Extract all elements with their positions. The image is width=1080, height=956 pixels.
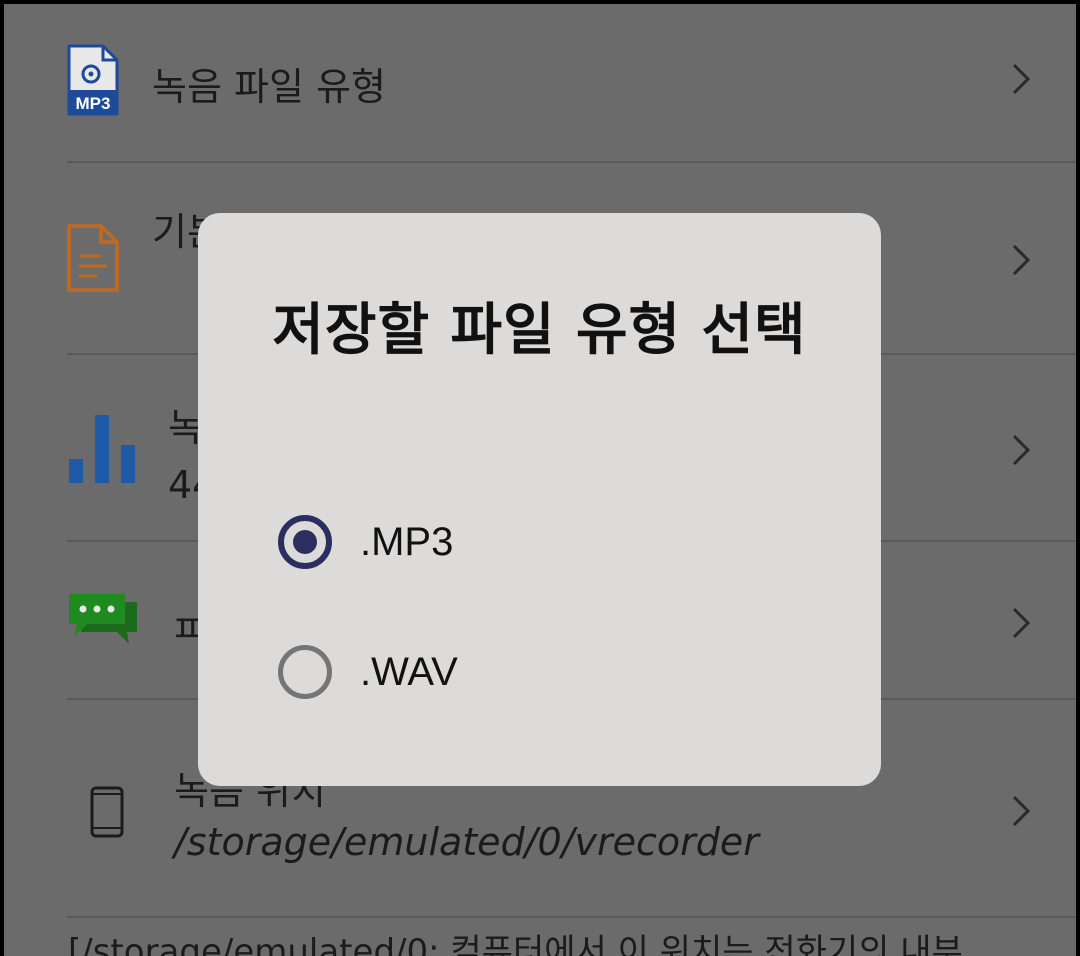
dialog-title: 저장할 파일 유형 선택: [272, 298, 807, 363]
option-label: .MP3: [360, 519, 454, 564]
mp3-badge-text: MP3: [76, 94, 111, 113]
bar-chart-icon: [67, 413, 137, 487]
option-mp3[interactable]: .MP3: [278, 507, 453, 577]
radio-button-unselected[interactable]: [278, 645, 332, 699]
radio-button-selected[interactable]: [278, 515, 332, 569]
divider: [67, 916, 1076, 918]
option-wav[interactable]: .WAV: [278, 637, 458, 707]
settings-screen: MP3 녹음 파일 유형 기본 파일 이름: [4, 4, 1076, 956]
chat-bubbles-icon: [67, 592, 139, 652]
document-icon: [67, 224, 119, 296]
chevron-right-icon: [1012, 795, 1031, 827]
file-type-dialog: 저장할 파일 유형 선택 .MP3 .WAV: [198, 213, 881, 786]
chevron-right-icon: [1012, 63, 1031, 95]
settings-item-file-type[interactable]: MP3 녹음 파일 유형: [4, 4, 1076, 162]
option-label: .WAV: [360, 649, 458, 694]
settings-item-title: 녹음 파일 유형: [152, 65, 386, 109]
chevron-right-icon: [1012, 434, 1031, 466]
phone-icon: [90, 786, 124, 842]
storage-note: [/storage/emulated/0: 컴퓨터에서 이 위치는 전화기의 내…: [68, 932, 963, 956]
settings-item-subtitle: /storage/emulated/0/vrecorder: [174, 820, 759, 864]
mp3-file-icon: MP3: [67, 44, 119, 120]
chevron-right-icon: [1012, 607, 1031, 639]
chevron-right-icon: [1012, 244, 1031, 276]
